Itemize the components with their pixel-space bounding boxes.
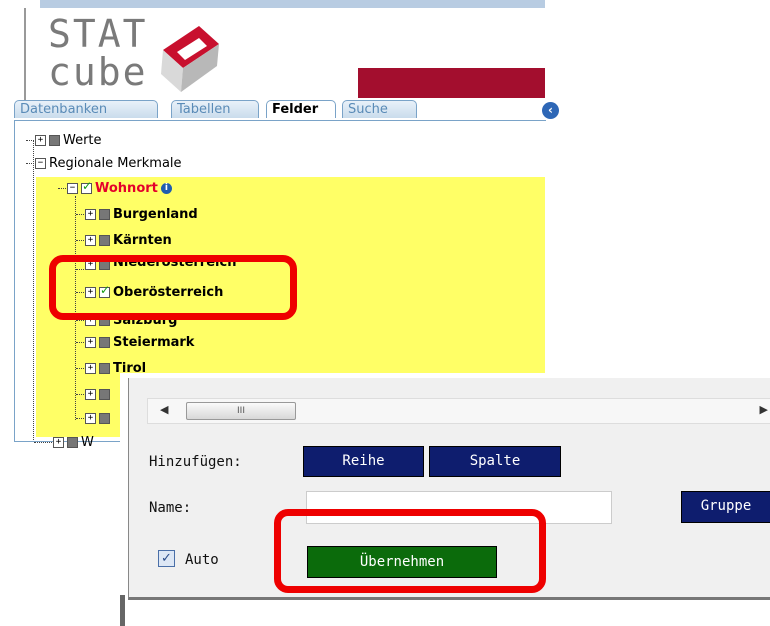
tree-node-w[interactable]: + W	[34, 432, 94, 452]
expand-icon[interactable]: +	[85, 234, 96, 246]
brand-bar	[358, 68, 545, 98]
column-button[interactable]: Spalte	[429, 446, 561, 477]
node-label: Kärnten	[113, 232, 172, 248]
logo-text-stat: STAT	[48, 12, 148, 56]
expand-icon[interactable]: +	[85, 362, 96, 374]
node-label: Burgenland	[113, 206, 198, 222]
tree-line	[33, 140, 34, 440]
tab-tabellen[interactable]: Tabellen	[171, 100, 259, 118]
statcube-logo-icon	[161, 26, 219, 92]
checkbox[interactable]	[99, 234, 110, 246]
horizontal-scrollbar[interactable]: ◀ III ▶	[147, 398, 770, 424]
node-label: Wohnort	[95, 180, 158, 196]
collapse-icon[interactable]: −	[67, 182, 78, 194]
auto-checkbox[interactable]: ✓	[158, 550, 175, 567]
tree-node-burgenland[interactable]: + Burgenland	[76, 204, 198, 224]
checkbox[interactable]	[99, 208, 110, 220]
tree-node-partial[interactable]: +	[76, 408, 113, 428]
expand-icon[interactable]: +	[35, 134, 46, 146]
expand-icon[interactable]: +	[85, 208, 96, 220]
tab-suche[interactable]: Suche	[342, 100, 417, 118]
collapse-icon[interactable]: −	[35, 157, 46, 169]
checkbox[interactable]	[99, 336, 110, 348]
auto-label: Auto	[185, 552, 219, 568]
tab-datenbanken[interactable]: Datenbanken	[14, 100, 158, 118]
checkbox[interactable]	[99, 412, 110, 424]
node-label: Werte	[63, 132, 102, 148]
node-label: Regionale Merkmale	[49, 155, 182, 171]
row-button[interactable]: Reihe	[303, 446, 424, 477]
panel-edge	[120, 595, 125, 626]
scroll-right-arrow-icon[interactable]: ▶	[760, 403, 768, 416]
window-top-bar	[40, 0, 545, 8]
checkbox[interactable]	[67, 436, 78, 448]
tree-node-werte[interactable]: + Werte	[26, 130, 102, 150]
tree-node-partial[interactable]: +	[76, 384, 113, 404]
tree-node-steiermark[interactable]: + Steiermark	[76, 332, 194, 352]
expand-icon[interactable]: +	[85, 388, 96, 400]
tab-felder[interactable]: Felder	[266, 100, 336, 118]
name-label: Name:	[149, 500, 192, 516]
logo-text-cube: cube	[48, 50, 148, 94]
info-icon[interactable]: i	[160, 182, 172, 194]
scroll-left-arrow-icon[interactable]: ◀	[160, 403, 168, 416]
scrollbar-thumb[interactable]: III	[186, 402, 296, 420]
collapse-left-icon[interactable]: ‹	[542, 102, 559, 119]
group-button[interactable]: Gruppe	[681, 491, 770, 523]
highlight-box-oberoesterreich	[49, 255, 297, 320]
tree-node-regional[interactable]: − Regionale Merkmale	[26, 153, 182, 173]
tree-node-wohnort[interactable]: − Wohnort i	[58, 178, 172, 198]
checkbox[interactable]	[99, 362, 110, 374]
expand-icon[interactable]: +	[53, 436, 64, 448]
expand-icon[interactable]: +	[85, 336, 96, 348]
node-label: W	[81, 434, 94, 450]
checkbox[interactable]	[99, 388, 110, 400]
tree-node-kaernten[interactable]: + Kärnten	[76, 230, 172, 250]
add-label: Hinzufügen:	[149, 454, 242, 470]
checkbox[interactable]	[49, 134, 60, 146]
tab-bar: Datenbanken Tabellen Felder Suche ‹	[14, 100, 559, 120]
checkbox-checked[interactable]	[81, 179, 92, 194]
expand-icon[interactable]: +	[85, 412, 96, 424]
highlight-box-apply	[274, 509, 546, 593]
node-label: Steiermark	[113, 334, 195, 350]
